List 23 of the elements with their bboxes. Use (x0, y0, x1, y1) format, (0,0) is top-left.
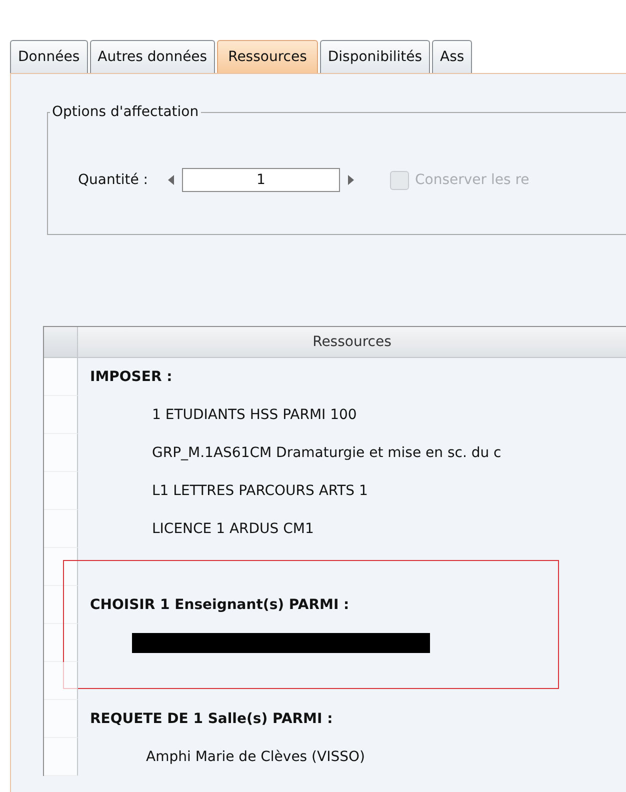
tab[interactable]: Disponibilités (320, 40, 430, 73)
resource-item: L1 LETTRES PARCOURS ARTS 1 (152, 482, 368, 500)
section-heading: IMPOSER : (90, 368, 172, 386)
tab[interactable]: Données (10, 40, 88, 73)
resource-item: LICENCE 1 ARDUS CM1 (152, 520, 314, 538)
group-title: Options d'affectation (50, 103, 201, 121)
tab[interactable]: Ressources (217, 40, 318, 73)
row-header[interactable] (44, 586, 78, 624)
quantity-field[interactable]: 1 (182, 168, 340, 192)
resource-item: Amphi Marie de Clèves (VISSO) (146, 748, 365, 766)
resource-item: 1 ETUDIANTS HSS PARMI 100 (152, 406, 357, 424)
tab[interactable]: Autres données (90, 40, 216, 73)
section-heading: REQUETE DE 1 Salle(s) PARMI : (90, 710, 333, 728)
decrease-arrow-icon[interactable] (168, 175, 174, 185)
column-header[interactable]: Ressources (78, 327, 626, 357)
tab[interactable]: Ass (432, 40, 472, 73)
section-heading: CHOISIR 1 Enseignant(s) PARMI : (90, 596, 350, 614)
row-header[interactable] (44, 548, 78, 586)
checkbox-label: Conserver les re (415, 170, 530, 190)
increase-arrow-icon[interactable] (348, 175, 354, 185)
row-header[interactable] (44, 624, 78, 662)
resource-item: GRP_M.1AS61CM Dramaturgie et mise en sc. du c (152, 444, 502, 462)
quantity-label: Quantité : (78, 170, 148, 190)
